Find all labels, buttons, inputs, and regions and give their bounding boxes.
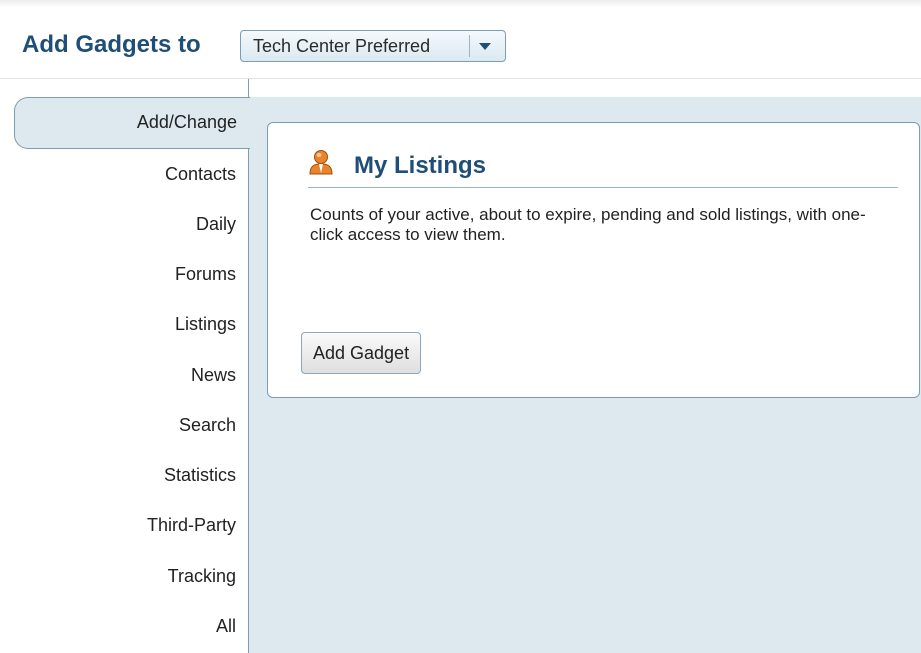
top-divider: [0, 0, 921, 8]
page-select-dropdown[interactable]: Tech Center Preferred: [240, 30, 506, 62]
dropdown-separator: [469, 35, 470, 57]
sidebar-item-statistics[interactable]: Statistics: [164, 464, 236, 486]
sidebar: Add/Change Contacts Daily Forums Listing…: [0, 79, 250, 653]
sidebar-item-search[interactable]: Search: [179, 414, 236, 436]
person-icon: [309, 150, 333, 175]
sidebar-item-tracking[interactable]: Tracking: [168, 565, 236, 587]
sidebar-item-contacts[interactable]: Contacts: [165, 163, 236, 185]
sidebar-item-news[interactable]: News: [191, 364, 236, 386]
gadget-title-divider: [308, 187, 898, 188]
sidebar-item-third-party[interactable]: Third-Party: [147, 514, 236, 536]
sidebar-item-listings[interactable]: Listings: [175, 313, 236, 335]
content-panel: My Listings Counts of your active, about…: [248, 97, 921, 653]
gadget-card: My Listings Counts of your active, about…: [267, 122, 920, 398]
page-title: Add Gadgets to: [22, 31, 201, 58]
gadget-title: My Listings: [354, 152, 487, 179]
sidebar-item-add-change[interactable]: Add/Change: [14, 97, 250, 149]
sidebar-item-forums[interactable]: Forums: [175, 263, 236, 285]
dropdown-selected-value: Tech Center Preferred: [253, 36, 431, 56]
sidebar-item-all[interactable]: All: [216, 615, 236, 637]
header: Add Gadgets to Tech Center Preferred: [0, 24, 921, 68]
gadget-description: Counts of your active, about to expire, …: [310, 205, 866, 244]
add-gadget-button[interactable]: Add Gadget: [301, 332, 422, 374]
sidebar-item-daily[interactable]: Daily: [196, 213, 236, 235]
chevron-down-icon[interactable]: [479, 43, 491, 50]
page: Add Gadgets to Tech Center Preferred My …: [0, 0, 921, 653]
